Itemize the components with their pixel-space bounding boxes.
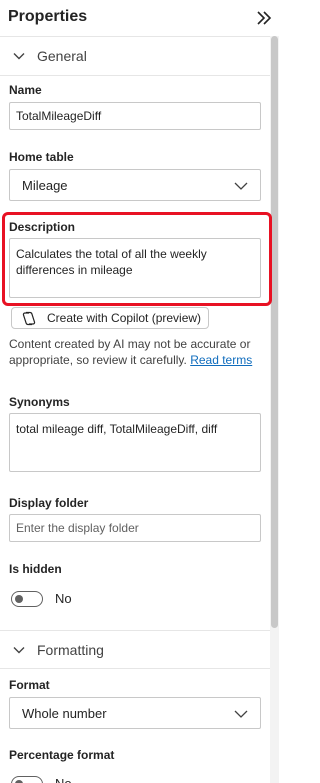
is-hidden-toggle[interactable] bbox=[11, 591, 43, 607]
chevron-down-icon bbox=[234, 179, 248, 193]
create-with-copilot-label: Create with Copilot (preview) bbox=[47, 311, 202, 325]
chevron-down-icon bbox=[12, 643, 26, 657]
synonyms-field[interactable]: total mileage diff, TotalMileageDiff, di… bbox=[9, 413, 261, 472]
general-section-label: General bbox=[37, 48, 87, 64]
description-highlight bbox=[2, 212, 272, 306]
percentage-format-value: No bbox=[55, 776, 72, 783]
copilot-icon bbox=[21, 311, 37, 326]
read-terms-link[interactable]: Read terms bbox=[190, 353, 252, 367]
section-divider bbox=[0, 75, 270, 76]
formatting-section-header[interactable]: Formatting bbox=[0, 632, 270, 668]
percentage-format-label: Percentage format bbox=[9, 748, 115, 762]
name-label: Name bbox=[9, 83, 42, 97]
ai-disclaimer: Content created by AI may not be accurat… bbox=[9, 336, 267, 368]
scrollbar-thumb[interactable] bbox=[271, 36, 278, 628]
general-section-header[interactable]: General bbox=[0, 38, 270, 74]
display-folder-label: Display folder bbox=[9, 496, 89, 510]
section-divider bbox=[0, 630, 270, 631]
chevron-down-icon bbox=[12, 49, 26, 63]
home-table-value: Mileage bbox=[22, 178, 68, 193]
formatting-section-label: Formatting bbox=[37, 642, 104, 658]
create-with-copilot-button[interactable]: Create with Copilot (preview) bbox=[11, 307, 209, 329]
section-divider bbox=[0, 36, 270, 37]
double-chevron-right-icon[interactable] bbox=[255, 9, 273, 27]
name-field[interactable]: TotalMileageDiff bbox=[9, 102, 261, 130]
home-table-label: Home table bbox=[9, 150, 74, 164]
toggle-knob bbox=[15, 595, 23, 603]
format-label: Format bbox=[9, 678, 50, 692]
is-hidden-label: Is hidden bbox=[9, 562, 62, 576]
format-select[interactable]: Whole number bbox=[9, 697, 261, 729]
home-table-select[interactable]: Mileage bbox=[9, 169, 261, 201]
format-value: Whole number bbox=[22, 706, 107, 721]
percentage-format-toggle[interactable] bbox=[11, 776, 43, 783]
section-divider bbox=[0, 668, 270, 669]
is-hidden-value: No bbox=[55, 591, 72, 606]
display-folder-field[interactable]: Enter the display folder bbox=[9, 514, 261, 542]
chevron-down-icon bbox=[234, 707, 248, 721]
panel-header: Properties bbox=[0, 0, 279, 36]
panel-title: Properties bbox=[8, 8, 88, 25]
synonyms-label: Synonyms bbox=[9, 395, 70, 409]
